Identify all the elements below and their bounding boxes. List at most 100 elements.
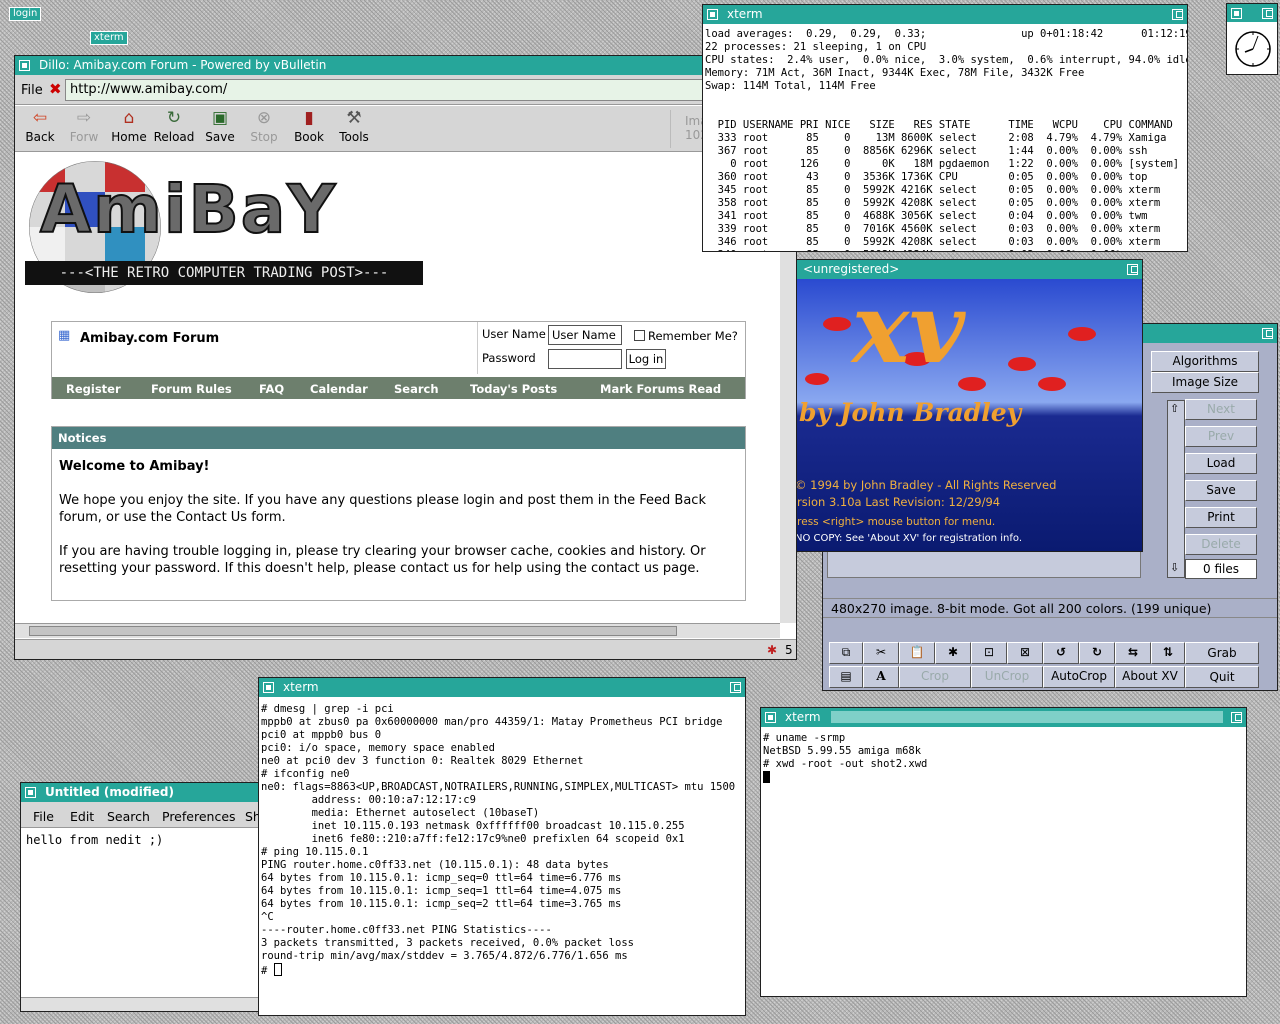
scroll-down-icon[interactable]: ⇩ [1170,561,1179,574]
mid-xterm-window: xterm # dmesg | grep -i pci mppb0 at zbus… [258,677,746,1016]
save-button[interactable]: ▣ Save [197,106,243,146]
nav-search[interactable]: Search [394,382,439,396]
clear-icon[interactable]: ✱ [935,642,971,664]
right-xterm-window: xterm # uname -srmp NetBSD 5.99.55 amiga … [760,707,1247,997]
login-button[interactable]: Log in [626,349,666,369]
window-title: xterm [785,710,821,724]
quit-button[interactable]: Quit [1185,666,1259,688]
window-title: xterm [727,7,763,21]
bookmarks-button[interactable]: ▮ Book [286,106,332,146]
file-menu[interactable]: File [21,83,43,98]
flip-vertical-icon[interactable]: ⇅ [1151,642,1185,664]
bug-meter-icon[interactable]: ✱ [767,643,777,657]
top-xterm-window: xterm load averages: 0.29, 0.29, 0.33; u… [702,4,1188,252]
load-button[interactable]: Load [1185,453,1257,474]
reload-button[interactable]: ↻ Reload [151,106,197,146]
save-button[interactable]: Save [1185,480,1257,501]
xv-image-window: <unregistered> xv by John Bradley © 1994… [796,259,1143,552]
window-title: Dillo: Amibay.com Forum - Powered by vBu… [39,58,327,72]
pad-icon[interactable]: ▤ [829,666,863,688]
zoom-in-icon[interactable]: ⊡ [971,642,1007,664]
autocrop-button[interactable]: AutoCrop [1043,666,1115,688]
crop-button[interactable]: Crop [899,666,971,688]
horizontal-scrollbar[interactable] [15,623,780,638]
terminal-line: 64 bytes from 10.115.0.1: icmp_seq=2 ttl… [261,898,622,910]
files-count: 0 files [1185,559,1257,579]
terminal-line: ----router.home.c0ff33.net PING Statisti… [261,924,552,936]
grab-button[interactable]: Grab [1185,642,1259,664]
login-icon-label[interactable]: login [9,7,42,21]
zoom-out-icon[interactable]: ⊠ [1007,642,1043,664]
top-terminal-output[interactable]: load averages: 0.29, 0.29, 0.33; up 0+01… [705,28,1188,251]
terminal-line: 360 root 43 0 3536K 1736K CPU 0:05 0.00%… [705,171,1148,183]
xv-menu-hint: Press <right> mouse button for menu. [796,516,996,528]
delete-button[interactable]: Delete [1185,534,1257,555]
menu-search[interactable]: Search [107,809,150,824]
back-icon: ⇦ [32,108,48,128]
dup-icon[interactable]: ⧉ [829,642,863,664]
username-label: User Name [482,327,546,341]
print-button[interactable]: Print [1185,507,1257,528]
page-viewport: AmiBaY ---<THE RETRO COMPUTER TRADING PO… [15,153,780,623]
right-terminal-output[interactable]: # uname -srmp NetBSD 5.99.55 amiga m68k # … [763,732,1245,783]
nedit-text-area[interactable]: hello from nedit ;) [26,834,163,847]
terminal-line: CPU states: 2.4% user, 0.0% nice, 3.0% s… [705,54,1188,66]
terminal-cursor [273,963,282,976]
dillo-toolbar: ⇦ Back ⇨ Forw ⌂ Home ↻ Reload ▣ Save ⊗ Stop ▮ B… [15,106,796,152]
uncrop-button[interactable]: UnCrop [971,666,1043,688]
nav-todays-posts[interactable]: Today's Posts [470,382,557,396]
nav-mark-forums-read[interactable]: Mark Forums Read [600,382,721,396]
terminal-line: 367 root 85 0 8856K 6296K select 1:44 0.… [705,145,1148,157]
clear-url-icon[interactable]: ✖ [49,80,62,98]
forum-header-box: ▦ Amibay.com Forum User Name User Name R… [51,321,746,399]
menu-preferences[interactable]: Preferences [162,809,236,824]
algorithms-button[interactable]: Algorithms [1151,351,1259,372]
password-input[interactable] [548,349,622,369]
scrollbar-thumb[interactable] [29,626,677,636]
tools-button[interactable]: ⚒ Tools [331,106,377,146]
back-button[interactable]: ⇦ Back [17,106,63,146]
nav-calendar[interactable]: Calendar [310,382,368,396]
annotate-icon[interactable]: A [863,666,899,688]
username-input[interactable]: User Name [548,325,622,345]
file-list-scrollbar[interactable]: ⇧ ⇩ [1167,400,1185,578]
nav-forum-rules[interactable]: Forum Rules [151,382,232,396]
mid-terminal-output[interactable]: # dmesg | grep -i pci mppb0 at zbus0 pa 0… [261,703,745,978]
terminal-line: 345 root 85 0 5992K 4216K select 0:05 0.… [705,184,1161,196]
home-button[interactable]: ⌂ Home [106,106,152,146]
nav-faq[interactable]: FAQ [259,382,284,396]
menu-edit[interactable]: Edit [70,809,94,824]
terminal-line: 340 root 85 0 5992K 4224K select 0:02 0.… [705,249,1187,251]
forward-button[interactable]: ⇨ Forw [61,106,107,146]
notice-paragraph-2a: If you are having trouble logging in, pl… [59,544,706,559]
notice-paragraph-1a: We hope you enjoy the site. If you have … [59,493,706,508]
rotate-left-icon[interactable]: ↺ [1043,642,1079,664]
terminal-line: 358 root 85 0 5992K 4208K select 0:05 0.… [705,197,1161,209]
image-size-button[interactable]: Image Size [1151,372,1259,393]
paste-icon[interactable]: 📋 [899,642,935,664]
prev-button[interactable]: Prev [1185,426,1257,447]
terminal-line: 341 root 85 0 4688K 3056K select 0:04 0.… [705,210,1148,222]
cut-icon[interactable]: ✂ [863,642,899,664]
terminal-line: # dmesg | grep -i pci [261,703,394,715]
menu-file[interactable]: File [33,809,54,824]
terminal-line: Swap: 114M Total, 114M Free [705,80,876,92]
terminal-line: ^C [261,911,274,923]
next-button[interactable]: Next [1185,399,1257,420]
flip-horizontal-icon[interactable]: ⇆ [1115,642,1151,664]
forum-navbar: Register Forum Rules FAQ Calendar Search… [52,377,745,399]
terminal-line: # ping 10.115.0.1 [261,846,369,858]
stop-button[interactable]: ⊗ Stop [241,106,287,146]
nav-register[interactable]: Register [66,382,121,396]
terminal-line: ne0: flags=8863<UP,BROADCAST,NOTRAILERS,… [261,781,736,793]
nedit-h-scrollbar[interactable] [21,997,263,1011]
rotate-right-icon[interactable]: ↻ [1079,642,1115,664]
terminal-line: 333 root 85 0 13M 8600K select 2:08 4.79… [705,132,1167,144]
url-input[interactable]: http://www.amibay.com/ [65,79,796,101]
scroll-up-icon[interactable]: ⇧ [1170,402,1179,415]
xterm-icon-label[interactable]: xterm [90,31,128,45]
terminal-line: 22 processes: 21 sleeping, 1 on CPU [705,41,927,53]
about-xv-button[interactable]: About XV [1115,666,1185,688]
remember-checkbox[interactable] [634,330,645,341]
